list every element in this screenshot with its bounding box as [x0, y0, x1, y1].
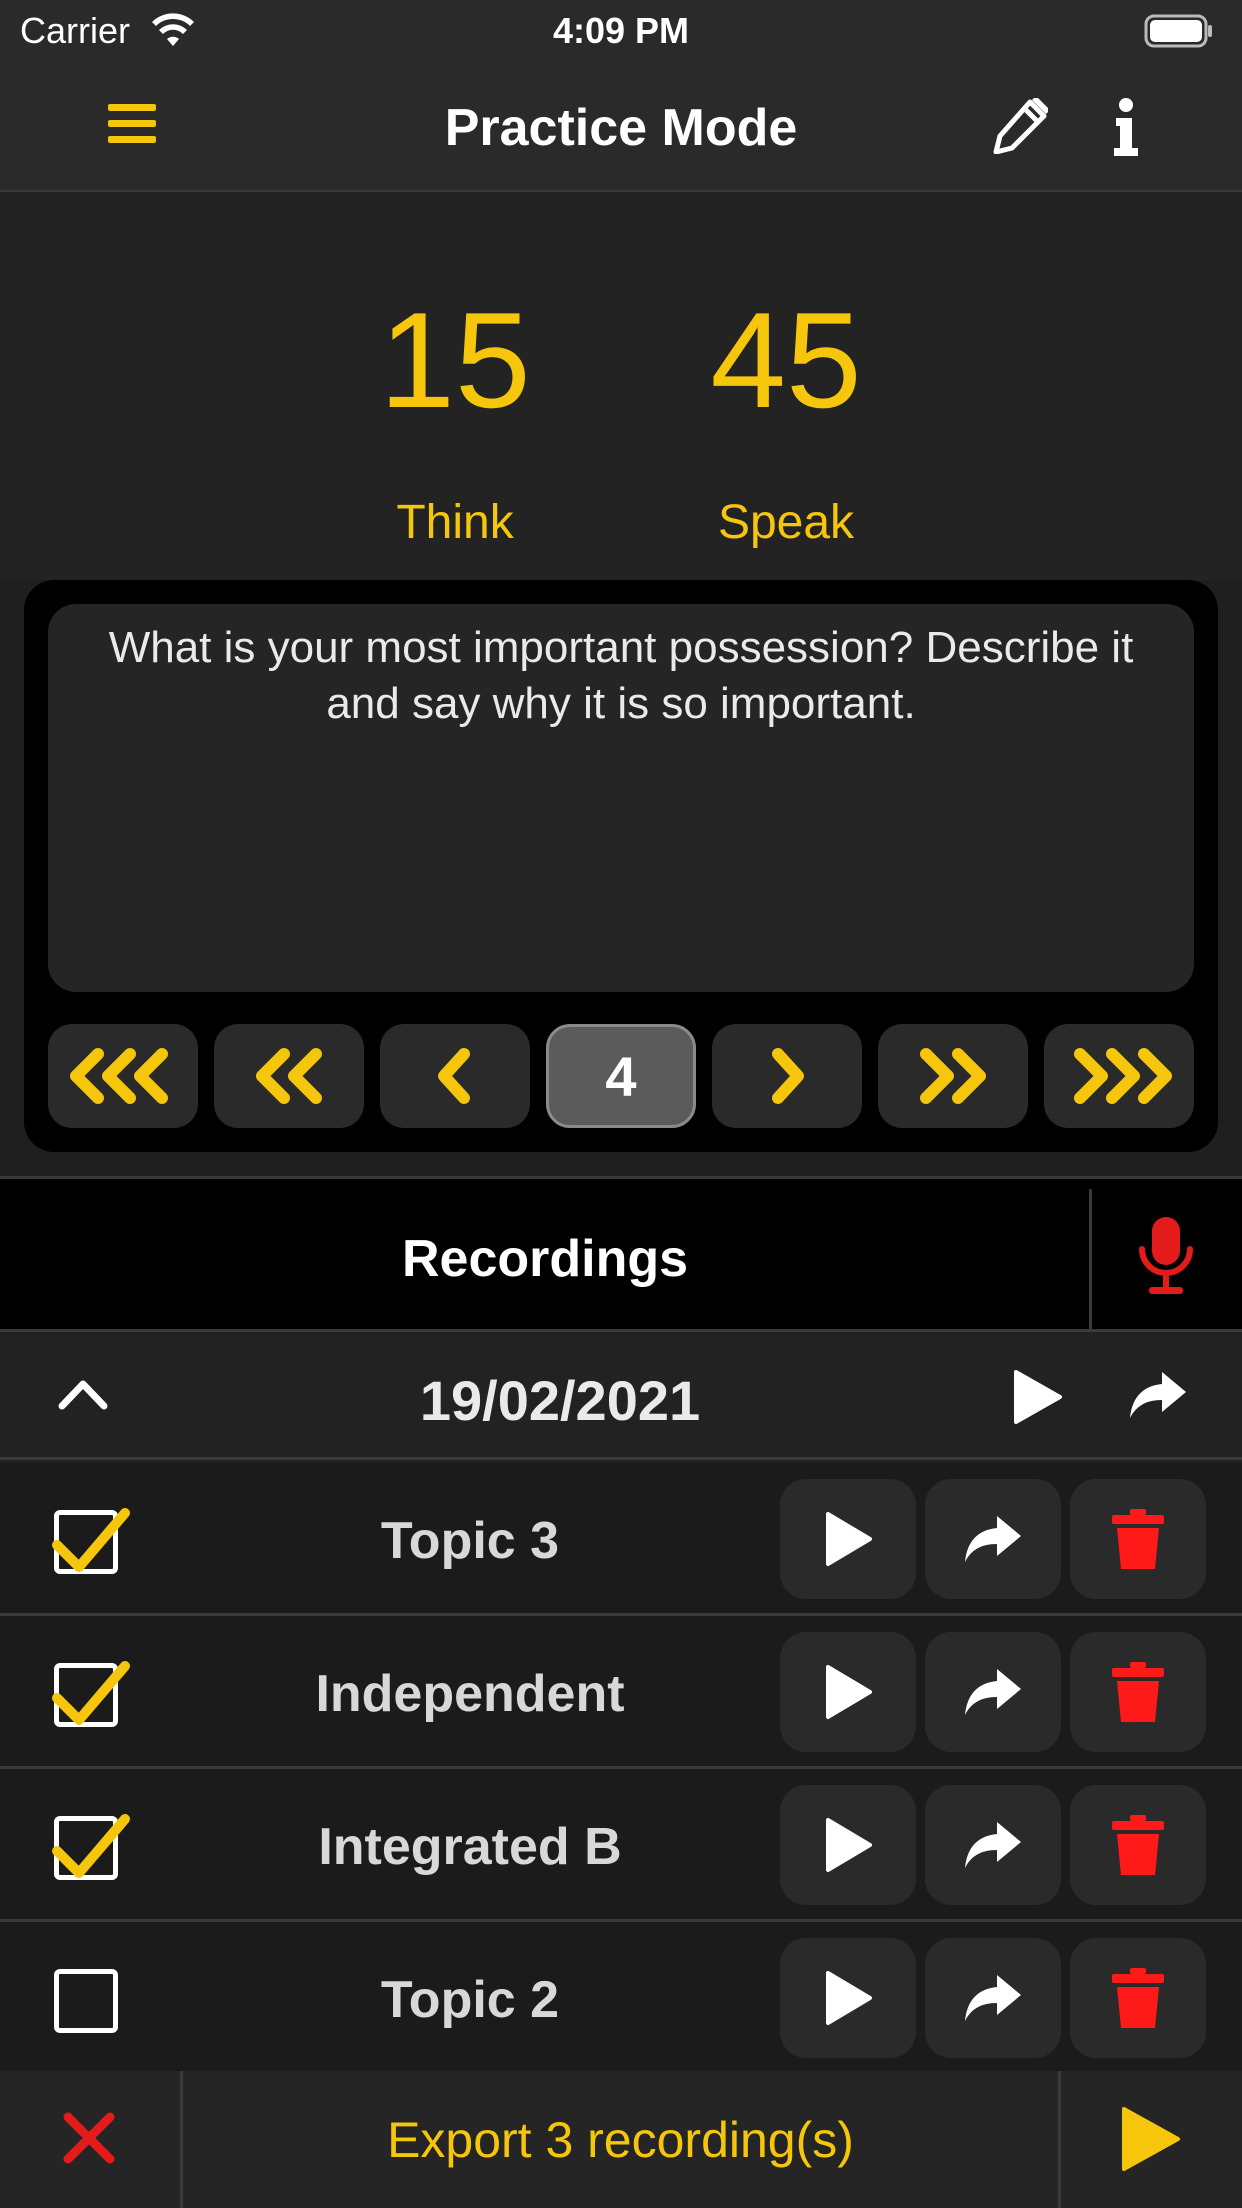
page-number-button[interactable]: 4	[546, 1024, 696, 1128]
recordings-title: Recordings	[401, 1230, 689, 1288]
double-chevron-right-icon	[920, 1048, 986, 1104]
export-bar: Export 3 recording(s)	[0, 2071, 1242, 2208]
recording-title: Integrated B	[318, 1818, 622, 1876]
close-icon[interactable]	[62, 2111, 116, 2165]
checkmark-icon	[52, 1814, 130, 1878]
row-checkbox[interactable]	[54, 1969, 118, 2033]
info-icon[interactable]	[1112, 98, 1140, 158]
share-button[interactable]	[925, 1785, 1061, 1905]
row-checkbox[interactable]	[52, 1814, 130, 1880]
recording-row[interactable]: Independent	[0, 1616, 1242, 1769]
share-icon[interactable]	[1128, 1370, 1188, 1420]
delete-button[interactable]	[1070, 1785, 1206, 1905]
first-button[interactable]	[48, 1024, 198, 1128]
share-icon	[965, 1822, 1021, 1868]
prompt-text: What is your most important possession? …	[108, 623, 1134, 728]
back-10-button[interactable]	[214, 1024, 364, 1128]
pencil-icon[interactable]	[992, 98, 1048, 154]
trash-icon	[1112, 1815, 1164, 1875]
recordings-header: Recordings	[0, 1176, 1242, 1332]
triple-chevron-right-icon	[1074, 1048, 1172, 1104]
forward-10-button[interactable]	[878, 1024, 1028, 1128]
row-checkbox[interactable]	[52, 1661, 130, 1727]
delete-button[interactable]	[1070, 1632, 1206, 1752]
share-icon	[965, 1975, 1021, 2021]
bottom-divider-right	[1058, 2071, 1061, 2208]
battery-icon	[1144, 14, 1212, 48]
checkmark-icon	[52, 1661, 130, 1725]
header-divider	[1089, 1189, 1092, 1329]
triple-chevron-left-icon	[70, 1048, 168, 1104]
play-button[interactable]	[780, 1785, 916, 1905]
checkmark-icon	[52, 1508, 130, 1572]
double-chevron-left-icon	[256, 1048, 322, 1104]
recording-row[interactable]: Topic 3	[0, 1463, 1242, 1616]
play-button[interactable]	[780, 1632, 916, 1752]
think-timer-label: Think	[396, 496, 514, 549]
think-timer-value: 15	[379, 284, 531, 436]
last-button[interactable]	[1044, 1024, 1194, 1128]
status-bar: Carrier 4:09 PM	[0, 0, 1242, 62]
trash-icon	[1112, 1509, 1164, 1569]
chevron-left-icon	[438, 1048, 470, 1104]
recording-row[interactable]: Topic 2	[0, 1922, 1242, 2071]
timer-section: 15 45 Think Speak	[0, 192, 1242, 580]
speak-timer-value: 45	[710, 284, 862, 436]
play-button[interactable]	[780, 1479, 916, 1599]
chevron-right-icon	[772, 1048, 804, 1104]
share-button[interactable]	[925, 1479, 1061, 1599]
play-all-icon[interactable]	[1118, 2105, 1182, 2173]
date-group-row[interactable]: 19/02/2021	[0, 1332, 1242, 1460]
share-button[interactable]	[925, 1938, 1061, 2058]
trash-icon	[1112, 1968, 1164, 2028]
page-title: Practice Mode	[444, 99, 798, 157]
recording-title: Independent	[315, 1665, 625, 1723]
microphone-icon[interactable]	[1137, 1217, 1195, 1297]
trash-icon	[1112, 1662, 1164, 1722]
share-icon	[965, 1516, 1021, 1562]
play-icon	[826, 1971, 872, 2025]
row-checkbox[interactable]	[52, 1508, 130, 1574]
play-icon	[826, 1665, 872, 1719]
delete-button[interactable]	[1070, 1479, 1206, 1599]
play-icon	[826, 1818, 872, 1872]
recording-date: 19/02/2021	[419, 1369, 701, 1432]
speak-timer-label: Speak	[717, 496, 855, 549]
share-icon	[965, 1669, 1021, 1715]
nav-bar: Practice Mode	[0, 62, 1242, 192]
recording-title: Topic 3	[380, 1512, 560, 1570]
play-icon	[826, 1512, 872, 1566]
prompt-panel: What is your most important possession? …	[24, 580, 1218, 1152]
prev-button[interactable]	[380, 1024, 530, 1128]
delete-button[interactable]	[1070, 1938, 1206, 2058]
status-time: 4:09 PM	[552, 10, 690, 51]
play-button[interactable]	[780, 1938, 916, 2058]
next-button[interactable]	[712, 1024, 862, 1128]
play-icon[interactable]	[1012, 1368, 1064, 1426]
share-button[interactable]	[925, 1632, 1061, 1752]
recording-row[interactable]: Integrated B	[0, 1769, 1242, 1922]
recording-title: Topic 2	[380, 1971, 560, 2029]
prompt-box: What is your most important possession? …	[48, 604, 1194, 992]
export-button[interactable]: Export 3 recording(s)	[183, 2111, 1058, 2169]
pager-row: 4	[48, 1024, 1194, 1128]
